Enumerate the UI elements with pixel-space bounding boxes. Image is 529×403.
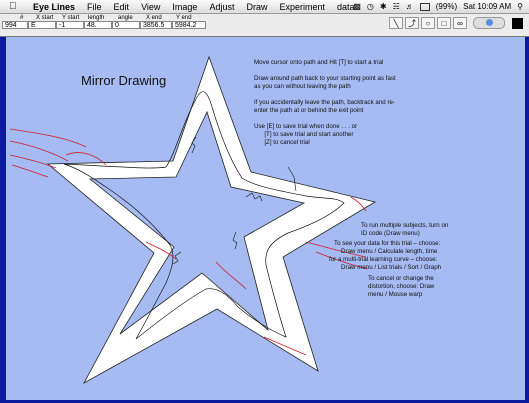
cell-length[interactable]: 48. [84,21,112,29]
instructions-multiple-subjects: To run multiple subjects, turn on ID cod… [361,222,449,237]
rectangle-tool-icon[interactable]: □ [437,17,451,29]
cell-x-end[interactable]: 3856.5 [140,21,172,29]
display-icon[interactable]: ▩ [353,2,361,11]
cell-y-end[interactable]: 5984.2 [172,21,206,29]
status-area: ▩ ◷ ✱ ☵ ♬ (99%) Sat 10:09 AM ⚲ [353,0,529,13]
menu-draw[interactable]: Draw [240,2,273,12]
oval-tool-icon[interactable]: ○ [421,17,435,29]
line-tool-icon[interactable]: ╲ [389,17,403,29]
clock[interactable]: Sat 10:09 AM [463,2,511,11]
spotlight-icon[interactable]: ⚲ [517,2,523,11]
tool-palette: ╲ ⤴ ○ □ ∞ [389,17,523,29]
curve-tool-icon[interactable]: ⤴ [405,17,419,29]
instructions-main: Move cursor onto path and Hit [T] to sta… [254,59,396,146]
menu-view[interactable]: View [135,2,166,12]
link-tool-icon[interactable]: ∞ [453,17,467,29]
app-menu[interactable]: Eye Lines [27,2,81,12]
zoom-slider[interactable] [473,17,505,29]
color-swatch[interactable] [512,17,523,29]
cell-x-start[interactable]: E [28,21,56,29]
battery-icon[interactable] [419,2,430,11]
drawing-canvas[interactable]: Mirror Drawing Move cursor onto path and… [6,37,525,400]
measurement-toolbar: # X start Y start length angle X end Y e… [0,14,529,37]
menu-file[interactable]: File [81,2,108,12]
time-machine-icon[interactable]: ◷ [367,2,374,11]
bluetooth-icon[interactable]: ✱ [380,2,387,11]
cell-angle[interactable]: 0 [112,21,140,29]
menu-adjust[interactable]: Adjust [203,2,240,12]
menu-experiment[interactable]: Experiment [273,2,331,12]
menu-bar:  Eye Lines File Edit View Image Adjust … [0,0,529,14]
menu-image[interactable]: Image [166,2,203,12]
instructions-see-data: To see your data for this trial – choose… [329,240,442,271]
instructions-cancel-distortion: To cancel or change the distortion, choo… [368,275,435,298]
cell-number[interactable]: 994 [2,21,28,29]
wifi-icon[interactable]: ☵ [393,2,400,11]
battery-percent: (99%) [435,2,458,11]
volume-icon[interactable]: ♬ [406,2,414,11]
apple-menu-icon[interactable]:  [9,1,23,12]
cell-y-start[interactable]: -1 [56,21,84,29]
canvas-title: Mirror Drawing [81,73,167,88]
menu-edit[interactable]: Edit [108,2,136,12]
